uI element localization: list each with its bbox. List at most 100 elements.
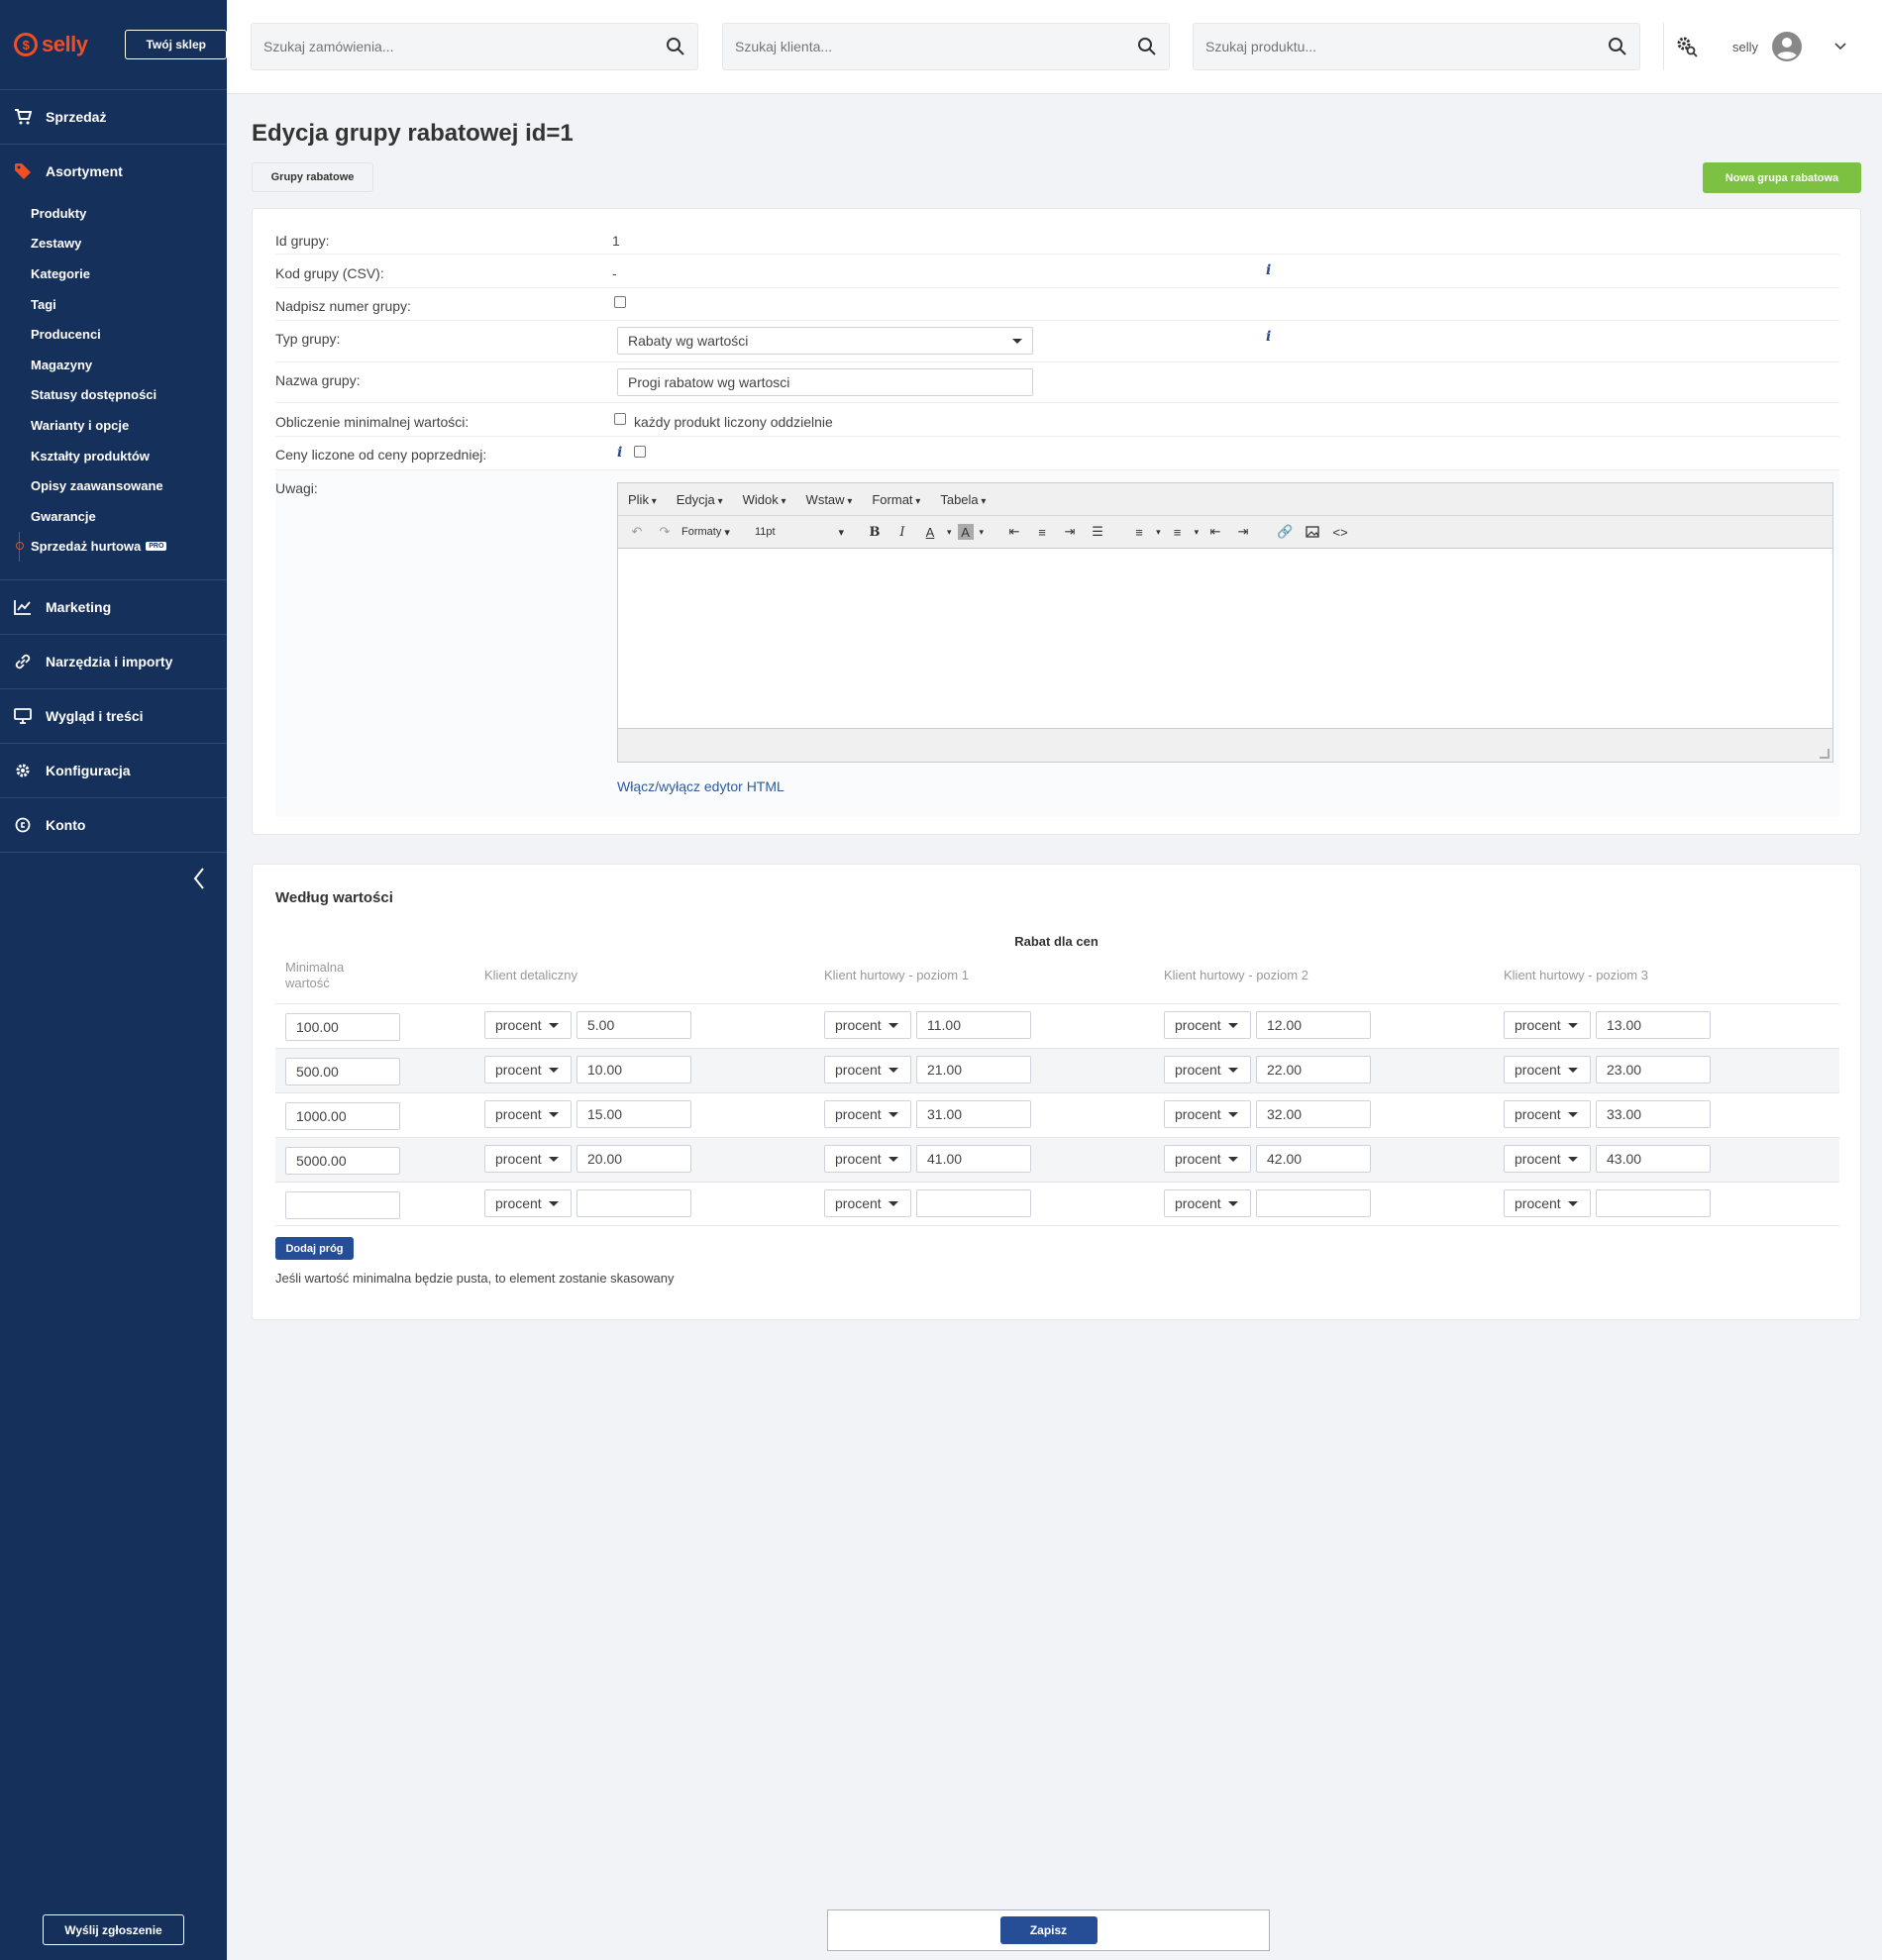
sidebar-item-warehouses[interactable]: Magazyny: [0, 350, 227, 380]
sidebar-item-descriptions[interactable]: Opisy zaawansowane: [0, 470, 227, 501]
discount-value-input[interactable]: 43.00: [1596, 1145, 1711, 1173]
menu-view[interactable]: Widok: [743, 492, 786, 507]
report-button[interactable]: Wyślij zgłoszenie: [43, 1914, 184, 1945]
nav-appearance[interactable]: Wygląd i treści: [0, 689, 227, 743]
discount-type-select[interactable]: procent: [1164, 1056, 1251, 1083]
min-value-input[interactable]: 1000.00: [285, 1102, 400, 1130]
discount-type-select[interactable]: procent: [484, 1056, 572, 1083]
sidebar-item-categories[interactable]: Kategorie: [0, 258, 227, 289]
bullet-list-icon[interactable]: ≡: [1128, 521, 1150, 543]
nav-sales[interactable]: Sprzedaż: [0, 90, 227, 144]
menu-file[interactable]: Plik: [628, 492, 657, 507]
nav-tools[interactable]: Narzędzia i importy: [0, 635, 227, 688]
overwrite-checkbox[interactable]: [614, 296, 626, 308]
discount-value-input[interactable]: 10.00: [576, 1056, 691, 1083]
discount-value-input[interactable]: 31.00: [916, 1100, 1031, 1128]
each-product-checkbox[interactable]: [614, 413, 626, 425]
sidebar-item-variants[interactable]: Warianty i opcje: [0, 410, 227, 441]
selly-logo[interactable]: $ selly: [14, 32, 88, 57]
group-name-input[interactable]: Progi rabatow wg wartosci: [617, 368, 1033, 396]
prev-price-checkbox[interactable]: [634, 446, 646, 458]
nav-assortment[interactable]: Asortyment: [0, 145, 227, 198]
menu-edit[interactable]: Edycja: [677, 492, 723, 507]
nav-marketing[interactable]: Marketing: [0, 580, 227, 634]
text-color-icon[interactable]: A: [919, 521, 941, 543]
bold-icon[interactable]: B: [864, 521, 886, 543]
align-right-icon[interactable]: ⇥: [1059, 521, 1081, 543]
discount-type-select[interactable]: procent: [1504, 1011, 1591, 1039]
editor-content[interactable]: [618, 549, 1832, 729]
discount-value-input[interactable]: 33.00: [1596, 1100, 1711, 1128]
discount-value-input[interactable]: 41.00: [916, 1145, 1031, 1173]
align-justify-icon[interactable]: ☰: [1087, 521, 1108, 543]
discount-type-select[interactable]: procent: [484, 1100, 572, 1128]
discount-type-select[interactable]: procent: [1164, 1011, 1251, 1039]
discount-type-select[interactable]: procent: [1504, 1056, 1591, 1083]
discount-groups-tab[interactable]: Grupy rabatowe: [252, 162, 373, 192]
nav-config[interactable]: Konfiguracja: [0, 744, 227, 797]
min-value-input[interactable]: 500.00: [285, 1058, 400, 1085]
discount-value-input[interactable]: 12.00: [1256, 1011, 1371, 1039]
discount-type-select[interactable]: procent: [824, 1056, 911, 1083]
discount-type-select[interactable]: procent: [824, 1189, 911, 1217]
indent-icon[interactable]: ⇥: [1232, 521, 1254, 543]
discount-value-input[interactable]: 5.00: [576, 1011, 691, 1039]
chevron-down-icon[interactable]: [1833, 40, 1847, 53]
shop-button[interactable]: Twój sklep: [125, 30, 227, 59]
bg-color-icon[interactable]: A: [957, 524, 974, 540]
discount-value-input[interactable]: [916, 1189, 1031, 1217]
discount-type-select[interactable]: procent: [484, 1189, 572, 1217]
info-icon[interactable]: i: [1266, 262, 1271, 278]
discount-value-input[interactable]: [576, 1189, 691, 1217]
image-icon[interactable]: [1302, 521, 1323, 543]
font-size-dropdown[interactable]: 11pt ▾: [755, 526, 844, 539]
search-products-input[interactable]: [1205, 39, 1608, 54]
discount-type-select[interactable]: procent: [1164, 1100, 1251, 1128]
italic-icon[interactable]: I: [891, 521, 913, 543]
align-left-icon[interactable]: ⇤: [1003, 521, 1025, 543]
code-icon[interactable]: <>: [1329, 521, 1351, 543]
numbered-list-icon[interactable]: ≡: [1167, 521, 1189, 543]
outdent-icon[interactable]: ⇤: [1204, 521, 1226, 543]
discount-value-input[interactable]: 21.00: [916, 1056, 1031, 1083]
user-name[interactable]: selly: [1732, 40, 1758, 54]
add-threshold-button[interactable]: Dodaj próg: [275, 1237, 354, 1260]
group-type-select[interactable]: Rabaty wg wartości: [617, 327, 1033, 355]
min-value-input[interactable]: 5000.00: [285, 1147, 400, 1175]
formats-dropdown[interactable]: Formaty ▾: [681, 526, 749, 539]
discount-value-input[interactable]: 32.00: [1256, 1100, 1371, 1128]
info-icon[interactable]: i: [1266, 329, 1271, 345]
discount-value-input[interactable]: 15.00: [576, 1100, 691, 1128]
save-button[interactable]: Zapisz: [999, 1916, 1098, 1944]
link-icon[interactable]: 🔗: [1274, 521, 1296, 543]
avatar-icon[interactable]: [1772, 32, 1802, 61]
discount-value-input[interactable]: 20.00: [576, 1145, 691, 1173]
discount-value-input[interactable]: [1256, 1189, 1371, 1217]
discount-type-select[interactable]: procent: [1164, 1189, 1251, 1217]
nav-account[interactable]: Konto: [0, 798, 227, 852]
discount-type-select[interactable]: procent: [1164, 1145, 1251, 1173]
undo-icon[interactable]: ↶: [626, 521, 648, 543]
discount-type-select[interactable]: procent: [484, 1145, 572, 1173]
search-icon[interactable]: [1137, 37, 1157, 56]
discount-value-input[interactable]: [1596, 1189, 1711, 1217]
discount-value-input[interactable]: 42.00: [1256, 1145, 1371, 1173]
sidebar-item-shapes[interactable]: Kształty produktów: [0, 441, 227, 471]
align-center-icon[interactable]: ≡: [1031, 521, 1053, 543]
discount-type-select[interactable]: procent: [824, 1011, 911, 1039]
sidebar-item-wholesale[interactable]: Sprzedaż hurtowa PRO: [0, 531, 227, 563]
discount-type-select[interactable]: procent: [824, 1100, 911, 1128]
min-value-input[interactable]: 100.00: [285, 1013, 400, 1041]
discount-type-select[interactable]: procent: [1504, 1189, 1591, 1217]
discount-value-input[interactable]: 11.00: [916, 1011, 1031, 1039]
sidebar-item-availability[interactable]: Statusy dostępności: [0, 380, 227, 411]
discount-type-select[interactable]: procent: [1504, 1100, 1591, 1128]
sidebar-item-warranties[interactable]: Gwarancje: [0, 501, 227, 532]
min-value-input[interactable]: [285, 1191, 400, 1219]
discount-type-select[interactable]: procent: [824, 1145, 911, 1173]
discount-type-select[interactable]: procent: [484, 1011, 572, 1039]
menu-table[interactable]: Tabela: [940, 492, 986, 507]
html-editor-toggle[interactable]: Włącz/wyłącz edytor HTML: [617, 778, 784, 794]
sidebar-item-products[interactable]: Produkty: [0, 198, 227, 229]
discount-value-input[interactable]: 22.00: [1256, 1056, 1371, 1083]
